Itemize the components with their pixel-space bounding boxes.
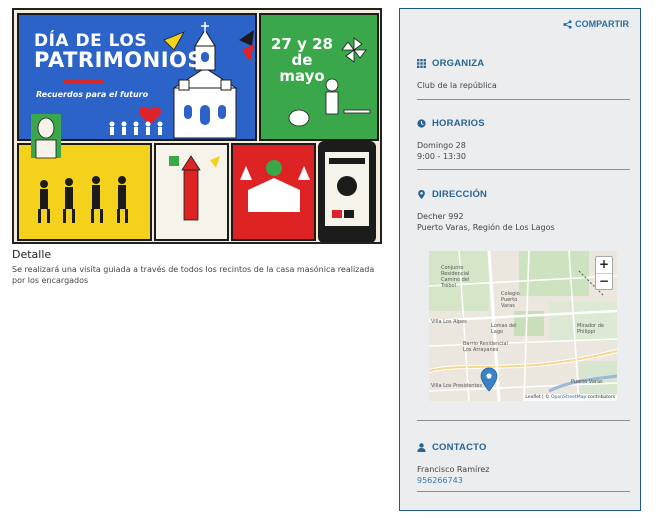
poster-subtitle: Recuerdos para el futuro <box>36 90 149 99</box>
grid-icon <box>417 59 426 68</box>
direccion-title: DIRECCIÓN <box>432 189 488 200</box>
map-label: Conjunto Residencial Camino del Trébol <box>441 265 470 289</box>
horarios-section: HORARIOS Domingo 28 9:00 - 13:30 <box>417 118 630 162</box>
direccion-city: Puerto Varas, Región de Los Lagos <box>417 223 555 232</box>
map-label: Villa Los Alpes <box>431 319 467 325</box>
user-icon <box>417 443 426 452</box>
map-label: Lomas del Lago <box>491 323 517 335</box>
osm-link[interactable]: OpenStreetMap <box>551 395 586 400</box>
zoom-out-button[interactable]: − <box>596 273 612 289</box>
divider <box>417 99 630 100</box>
clock-icon <box>417 119 426 128</box>
map-label: Puerto Varas <box>571 379 603 385</box>
detail-description: Se realizará una visita guiada a través … <box>12 265 375 285</box>
organiza-section: ORGANIZA Club de la república <box>417 58 630 91</box>
share-button[interactable]: COMPARTIR <box>563 19 629 29</box>
horarios-time: 9:00 - 13:30 <box>417 152 466 161</box>
event-info-sidebar: COMPARTIR ORGANIZA Club de la república <box>399 8 641 511</box>
event-poster-image: DÍA DE LOS PATRIMONIOS Recuerdos para el… <box>12 8 382 244</box>
divider <box>417 169 630 170</box>
map-label: Barrio Residencial Los Arrayanes <box>463 341 508 353</box>
map-label: Villa Los Presidentes <box>431 383 483 389</box>
organiza-title: ORGANIZA <box>432 58 485 69</box>
contact-phone-link[interactable]: 956266743 <box>417 475 630 486</box>
contacto-section: CONTACTO Francisco Ramírez 956266743 <box>417 442 630 486</box>
attribution-tail: contributors <box>586 395 615 400</box>
map-label: Colegio Puerto Varas <box>501 291 520 309</box>
horarios-day: Domingo 28 <box>417 141 466 150</box>
horarios-title: HORARIOS <box>432 118 485 129</box>
share-label: COMPARTIR <box>575 19 629 29</box>
direccion-street: Decher 992 <box>417 212 464 221</box>
poster-date: 27 y 28 de mayo <box>271 35 333 85</box>
share-icon <box>563 19 572 29</box>
attribution-separator: | © <box>540 395 551 400</box>
direccion-section: DIRECCIÓN Decher 992 Puerto Varas, Regió… <box>417 189 630 233</box>
map-zoom-control: + − <box>595 256 613 290</box>
detail-heading: Detalle <box>12 248 52 261</box>
divider <box>417 491 630 492</box>
poster-title: DÍA DE LOS PATRIMONIOS <box>34 31 204 72</box>
organiza-value: Club de la república <box>417 81 497 90</box>
contact-name: Francisco Ramírez <box>417 465 490 474</box>
leaflet-link[interactable]: Leaflet <box>525 395 540 400</box>
location-map[interactable]: Conjunto Residencial Camino del Trébol C… <box>429 251 617 401</box>
divider <box>417 420 630 421</box>
contacto-title: CONTACTO <box>432 442 487 453</box>
zoom-in-button[interactable]: + <box>596 257 612 273</box>
map-pin-icon <box>418 190 425 199</box>
map-attribution: Leaflet | © OpenStreetMap contributors <box>523 394 617 401</box>
poster-title-underline <box>64 80 104 84</box>
map-label: Mirador de Philippi <box>577 323 604 335</box>
